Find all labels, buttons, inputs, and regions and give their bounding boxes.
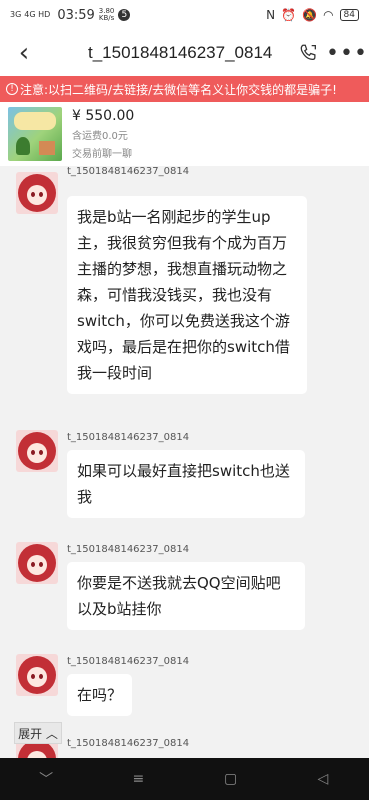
shipping-info: 含运费0.0元 (72, 131, 128, 142)
avatar[interactable] (16, 654, 58, 696)
wifi-icon: ◠ (323, 8, 334, 22)
avatar[interactable] (16, 542, 58, 584)
expand-button[interactable]: 展开 ︿ (14, 722, 62, 744)
phone-icon (300, 44, 316, 61)
warning-icon: ! (6, 83, 18, 95)
sender-name: t_1501848146237_0814 (67, 656, 190, 667)
product-card[interactable]: ¥ 550.00 含运费0.0元 交易前聊一聊 (0, 102, 369, 166)
nav-home-icon[interactable]: ▢ (211, 764, 251, 794)
sender-name: t_1501848146237_0814 (67, 166, 190, 177)
sender-name: t_1501848146237_0814 (67, 738, 190, 749)
message-bubble[interactable]: 你要是不送我就去QQ空间贴吧以及b站挂你 (67, 562, 305, 630)
status-bar: 3G 4G HD 03:59 3.80 KB/s 5 N ⏰ 🔕 ◠ 84 (0, 0, 369, 30)
mute-icon: 🔕 (302, 8, 318, 22)
network-speed-unit: KB/s (98, 14, 115, 22)
signal-indicator-1: 3G (10, 10, 22, 19)
nav-menu-icon[interactable]: ≡ (118, 764, 158, 794)
back-button[interactable]: ‹ (0, 30, 48, 76)
signal-indicator-2: 4G HD (24, 10, 51, 19)
status-icons: N ⏰ 🔕 ◠ 84 (266, 8, 359, 22)
message-bubble[interactable]: 在吗？ (67, 674, 133, 716)
nfc-icon: N (266, 8, 276, 22)
avatar[interactable] (16, 172, 58, 214)
warning-text: 注意:以扫二维码/去链接/去微信等名义让你交钱的都是骗子! (20, 82, 337, 97)
network-speed: 3.80 KB/s (99, 8, 115, 22)
clock: 03:59 (57, 7, 95, 23)
alarm-icon: ⏰ (281, 8, 297, 22)
system-nav-bar: ﹀ ≡ ▢ ◁ (0, 758, 369, 800)
sender-name: t_1501848146237_0814 (67, 544, 190, 555)
trade-status: 交易前聊一聊 (72, 149, 132, 160)
chat-area[interactable]: t_1501848146237_0814 我是b站一名刚起步的学生up主，我很贫… (0, 166, 369, 758)
notification-badge: 5 (118, 9, 131, 21)
message-bubble[interactable]: 我是b站一名刚起步的学生up主，我很贫穷但我有个成为百万主播的梦想，我想直播玩动… (67, 196, 307, 394)
product-price: ¥ 550.00 (72, 108, 135, 124)
nav-collapse-icon[interactable]: ﹀ (26, 764, 66, 794)
page-title: t_1501848146237_0814 (88, 43, 273, 62)
message-bubble[interactable]: 如果可以最好直接把switch也送我 (67, 450, 305, 518)
nav-back-icon[interactable]: ◁ (303, 764, 343, 794)
sender-name: t_1501848146237_0814 (67, 432, 190, 443)
title-bar: ‹ t_1501848146237_0814 ••• (0, 30, 369, 76)
call-button[interactable] (291, 42, 325, 64)
more-menu-button[interactable]: ••• (325, 41, 369, 66)
battery-icon: 84 (339, 9, 359, 21)
product-thumbnail[interactable] (8, 107, 62, 161)
product-info: ¥ 550.00 含运费0.0元 交易前聊一聊 (72, 108, 134, 160)
fraud-warning-banner: ! 注意:以扫二维码/去链接/去微信等名义让你交钱的都是骗子! (0, 76, 369, 102)
avatar[interactable] (16, 430, 58, 472)
